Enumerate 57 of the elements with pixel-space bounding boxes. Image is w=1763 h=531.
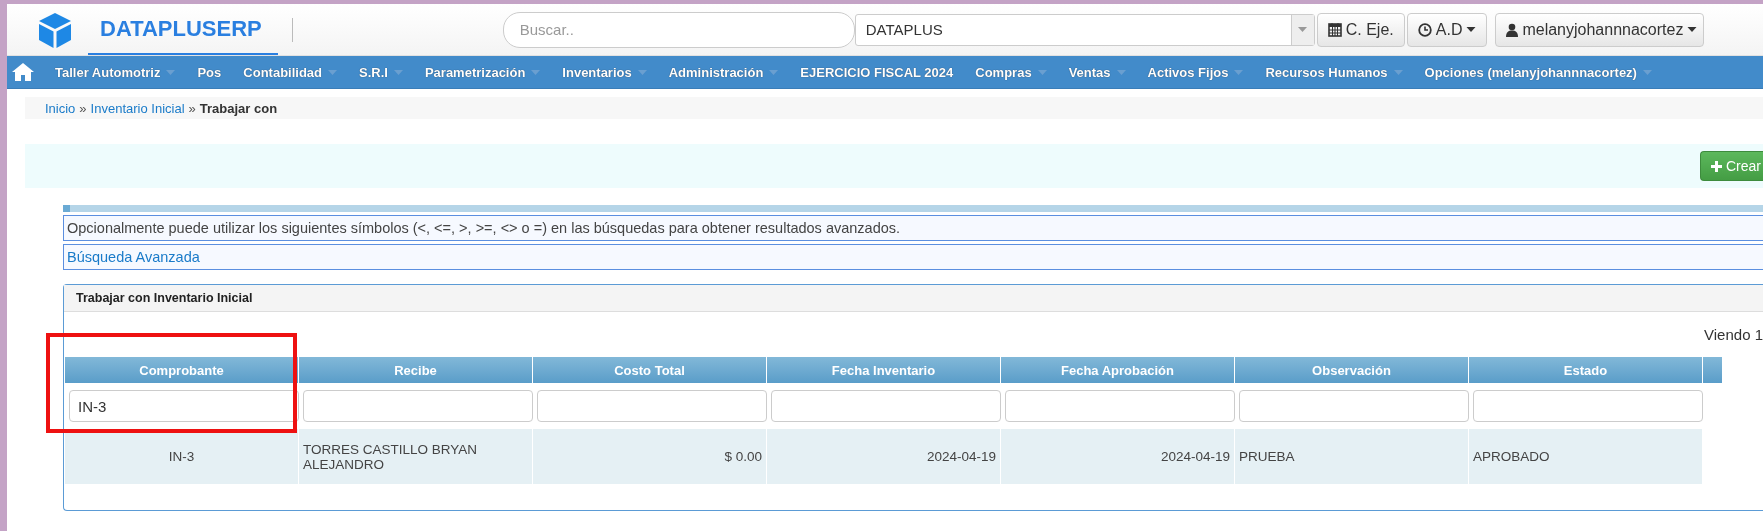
calendar-button[interactable]: C. Eje. — [1316, 12, 1405, 47]
calendar-icon — [1327, 22, 1342, 37]
table-cell: 2024-04-19 — [767, 429, 1001, 484]
menu-item[interactable]: Taller Automotriz — [41, 56, 184, 88]
table-cell: PRUEBA — [1235, 429, 1469, 484]
menu-item[interactable]: Administración — [654, 56, 787, 88]
breadcrumb-link[interactable]: Inventario Inicial — [90, 100, 185, 116]
menu-item[interactable]: Activos Fijos — [1133, 56, 1252, 88]
cube-logo-icon — [36, 10, 74, 49]
breadcrumb-separator: » — [79, 100, 87, 116]
plus-icon — [1711, 160, 1722, 172]
create-button[interactable]: Crear — [1700, 151, 1763, 181]
panel-title: Trabajar con Inventario Inicial — [76, 291, 253, 305]
table-cell: APROBADO — [1469, 429, 1703, 484]
menu-item[interactable]: Pos — [183, 56, 230, 88]
clock-icon — [1417, 22, 1432, 37]
column-header[interactable]: Fecha Aprobación — [1001, 357, 1235, 383]
caret-icon — [1298, 27, 1308, 32]
breadcrumb-separator: » — [188, 100, 196, 116]
filter-field[interactable] — [537, 390, 767, 422]
filter-field[interactable] — [771, 390, 1001, 422]
advanced-search-link[interactable]: Búsqueda Avanzada — [67, 249, 200, 265]
breadcrumb-current: Trabajar con — [199, 100, 278, 116]
menu-item[interactable]: S.R.I — [345, 56, 411, 88]
filter-field[interactable]: IN-3 — [69, 390, 299, 422]
company-select[interactable]: DATAPLUS — [854, 13, 1315, 46]
table-cell: TORRES CASTILLO BRYAN ALEJANDRO — [299, 429, 533, 484]
filter-field[interactable] — [1239, 390, 1469, 422]
column-header[interactable]: Estado — [1469, 357, 1703, 383]
user-icon — [1506, 22, 1519, 37]
column-header[interactable]: Comprobante — [65, 357, 299, 383]
menu-item[interactable]: Parametrización — [410, 56, 549, 88]
column-header[interactable]: Observación — [1235, 357, 1469, 383]
table-cell: $ 0.00 — [533, 429, 767, 484]
menu-item[interactable]: EJERCICIO FISCAL 2024 — [786, 56, 962, 88]
menu-item[interactable]: Contabilidad — [229, 56, 345, 88]
column-header[interactable]: Fecha Inventario — [767, 357, 1001, 383]
menu-item[interactable]: Inventarios — [548, 56, 655, 88]
column-header[interactable] — [1703, 357, 1723, 383]
user-button[interactable]: melanyjohannnacortez — [1495, 12, 1705, 47]
home-icon[interactable] — [11, 62, 35, 82]
clock-button[interactable]: A.D — [1406, 12, 1488, 47]
search-hint: Opcionalmente puede utilizar los siguientes símbolos (<, <=, >, >=, <> o =) en las búsquedas para obtener resultados avanzados. — [67, 220, 901, 236]
menu-item[interactable]: Ventas — [1054, 56, 1134, 88]
table-cell: IN-3 — [65, 429, 299, 484]
menu-item[interactable]: Recursos Humanos — [1251, 56, 1411, 88]
menu-item[interactable]: Compras — [961, 56, 1055, 88]
pager-text: Viendo 1 — [1704, 326, 1763, 343]
menu-item[interactable]: Opciones (melanyjohannnacortez) — [1410, 56, 1660, 88]
column-header[interactable]: Recibe — [299, 357, 533, 383]
search-field[interactable]: Buscar.. — [502, 11, 855, 48]
filter-field[interactable] — [1005, 390, 1235, 422]
column-header[interactable]: Costo Total — [533, 357, 767, 383]
filter-field[interactable] — [303, 390, 533, 422]
breadcrumb-link[interactable]: Inicio — [45, 100, 76, 116]
filter-field[interactable] — [1473, 390, 1703, 422]
table-cell: 2024-04-19 — [1001, 429, 1235, 484]
